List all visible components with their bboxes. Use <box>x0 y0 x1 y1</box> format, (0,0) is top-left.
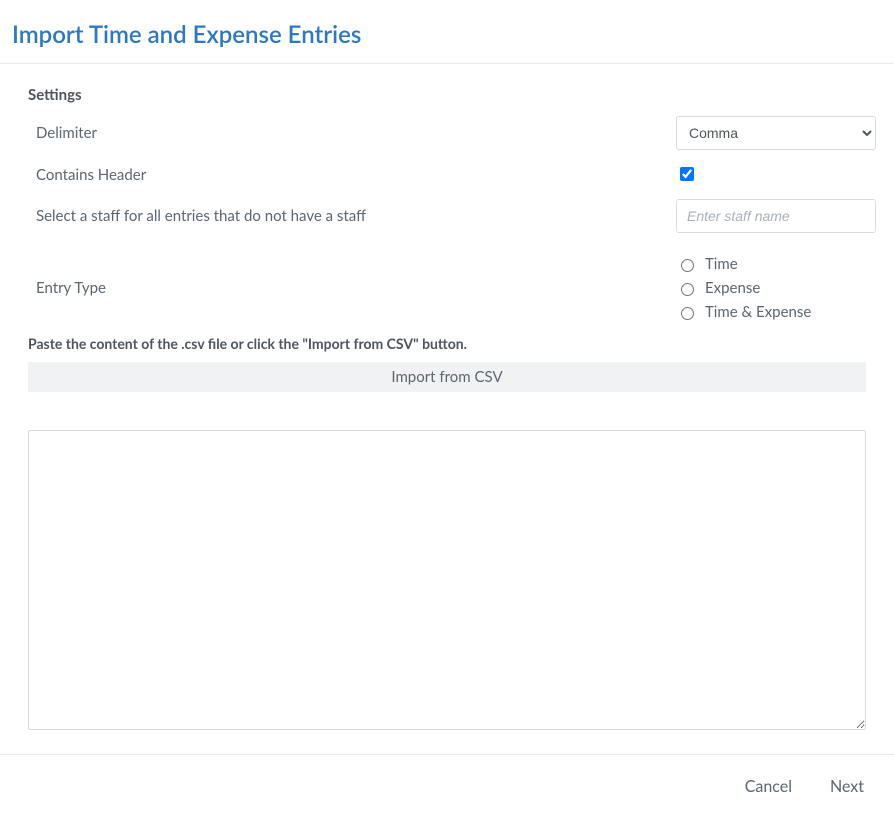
staff-input[interactable] <box>676 199 876 233</box>
header: Import Time and Expense Entries <box>0 0 894 63</box>
csv-textarea[interactable] <box>28 430 866 730</box>
staff-row: Select a staff for all entries that do n… <box>36 199 858 233</box>
next-button[interactable]: Next <box>828 773 866 800</box>
staff-control <box>676 199 876 233</box>
delimiter-row: Delimiter Comma <box>36 116 858 150</box>
radio-expense[interactable] <box>681 283 694 296</box>
entry-type-radio-group: Time Expense Time & Expense <box>676 255 811 321</box>
contains-header-checkbox[interactable] <box>680 167 694 181</box>
entry-type-label: Entry Type <box>36 279 676 297</box>
cancel-button[interactable]: Cancel <box>743 773 794 800</box>
import-dialog: Import Time and Expense Entries Settings… <box>0 0 894 824</box>
settings-section: Delimiter Comma Contains Header Select a… <box>28 116 866 321</box>
contains-header-row: Contains Header <box>36 164 858 185</box>
delimiter-select[interactable]: Comma <box>676 116 876 150</box>
radio-time-label: Time <box>705 255 738 273</box>
delimiter-control: Comma <box>676 116 876 150</box>
entry-type-option-time[interactable]: Time <box>676 255 811 273</box>
radio-time[interactable] <box>681 259 694 272</box>
footer: Cancel Next <box>0 755 894 824</box>
radio-time-expense[interactable] <box>681 307 694 320</box>
entry-type-row: Entry Type Time Expense Time & Expense <box>36 255 858 321</box>
contains-header-control <box>676 164 858 185</box>
staff-label: Select a staff for all entries that do n… <box>36 207 676 225</box>
radio-time-expense-label: Time & Expense <box>705 303 811 321</box>
delimiter-label: Delimiter <box>36 124 676 142</box>
import-from-csv-button[interactable]: Import from CSV <box>28 362 866 392</box>
settings-label: Settings <box>28 86 866 104</box>
contains-header-label: Contains Header <box>36 166 676 184</box>
entry-type-option-expense[interactable]: Expense <box>676 279 811 297</box>
entry-type-option-time-expense[interactable]: Time & Expense <box>676 303 811 321</box>
radio-expense-label: Expense <box>705 279 760 297</box>
page-title: Import Time and Expense Entries <box>12 20 882 49</box>
content: Settings Delimiter Comma Contains Header… <box>0 64 894 754</box>
csv-instruction: Paste the content of the .csv file or cl… <box>28 335 866 352</box>
